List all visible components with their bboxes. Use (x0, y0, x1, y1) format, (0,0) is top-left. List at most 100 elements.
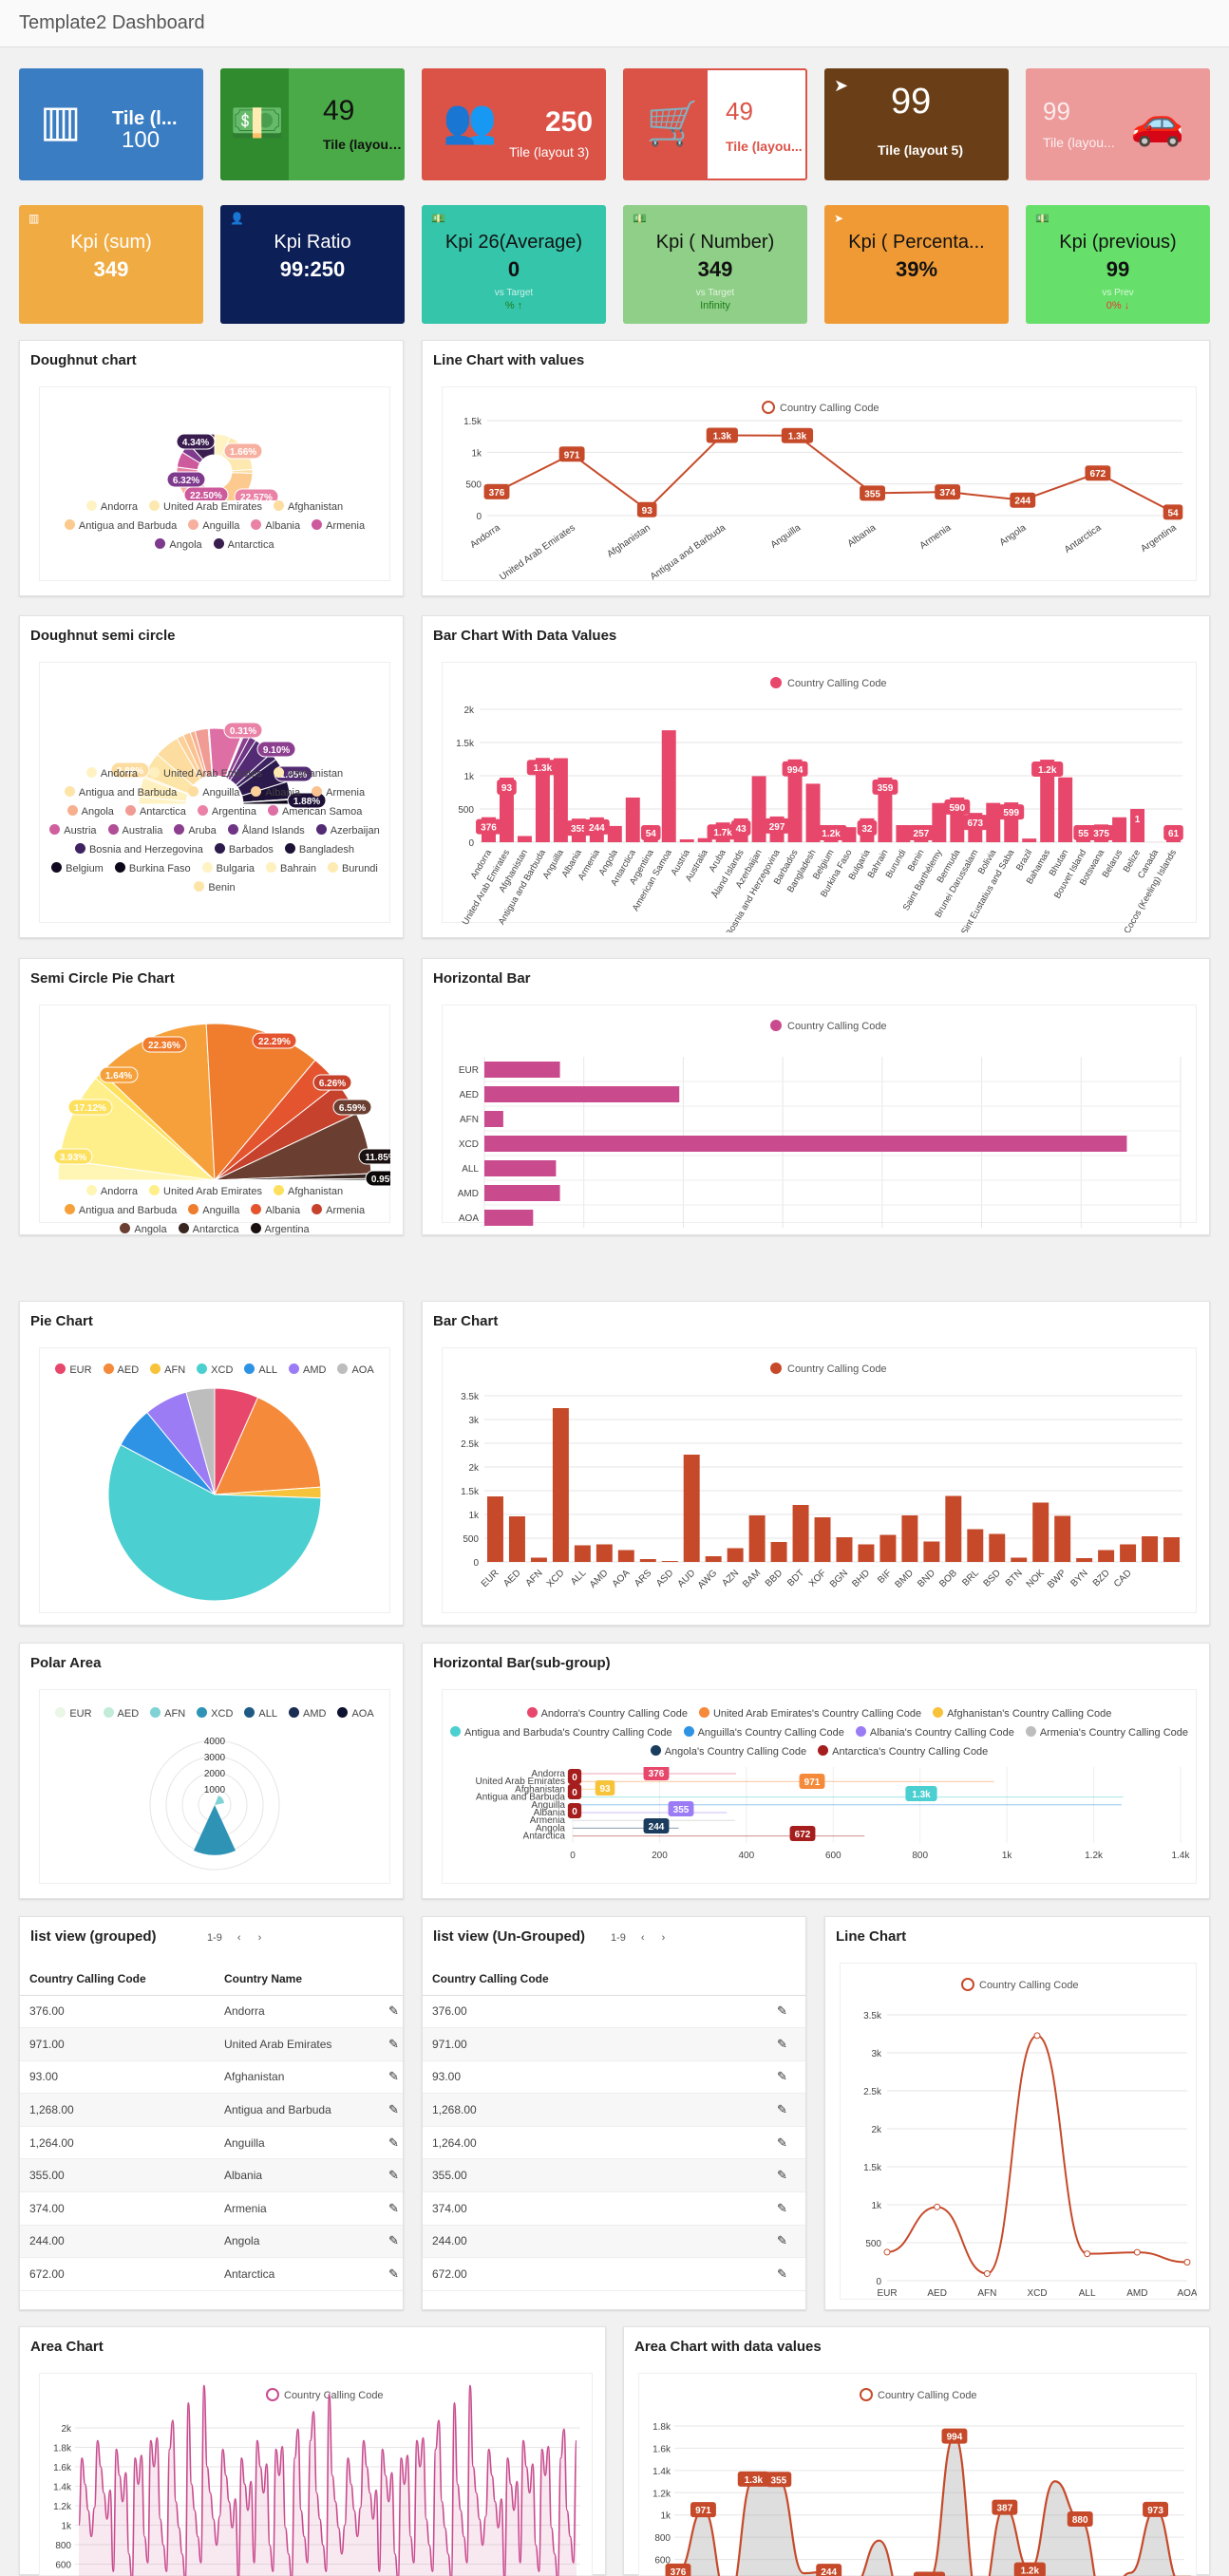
edit-icon[interactable]: ✎ (388, 2201, 399, 2215)
tile[interactable]: 🚗99Tile (layou... (1026, 68, 1210, 180)
bar[interactable] (1112, 818, 1126, 842)
legend-item[interactable]: Anguilla (188, 783, 239, 802)
legend-item[interactable]: United Arab Emirates (149, 498, 262, 517)
bar[interactable] (837, 1537, 853, 1562)
bar[interactable] (923, 1542, 939, 1563)
bar[interactable] (596, 1545, 613, 1563)
data-point[interactable] (1184, 2259, 1190, 2265)
legend-item[interactable]: Åland Islands (228, 821, 305, 840)
bar[interactable] (728, 1549, 744, 1563)
bar[interactable] (879, 1535, 896, 1563)
bar[interactable] (771, 1542, 787, 1562)
edit-icon[interactable]: ✎ (777, 2266, 787, 2281)
tile[interactable]: ▥100Tile (l... (19, 68, 203, 180)
edit-icon[interactable]: ✎ (388, 2102, 399, 2116)
data-point[interactable] (935, 2204, 940, 2209)
legend-item[interactable]: AMD (289, 1361, 326, 1380)
table-row[interactable]: 376.00Andorra✎ (20, 1995, 403, 2028)
bar[interactable] (680, 839, 694, 842)
table-row[interactable]: 971.00✎ (423, 2028, 805, 2061)
table-row[interactable]: 355.00✎ (423, 2159, 805, 2192)
table-row[interactable]: 672.00Antarctica✎ (20, 2258, 403, 2291)
table-row[interactable]: 93.00Afghanistan✎ (20, 2060, 403, 2094)
legend-item[interactable]: Antarctica (179, 1220, 239, 1239)
bar[interactable] (932, 803, 946, 842)
bar[interactable] (989, 1534, 1005, 1563)
bar[interactable] (531, 1558, 547, 1563)
legend-item[interactable]: Antigua and Barbuda's Country Calling Co… (450, 1723, 672, 1742)
legend-item[interactable]: ALL (244, 1704, 277, 1723)
bar[interactable] (967, 1530, 983, 1563)
legend-item[interactable]: Afghanistan (274, 498, 343, 517)
legend-item[interactable]: Antigua and Barbuda (65, 517, 177, 536)
bar[interactable] (901, 1515, 917, 1562)
column-header[interactable]: Country Calling Code (423, 1963, 767, 1995)
tile[interactable]: 👥250Tile (layout 3) (422, 68, 606, 180)
tile[interactable]: 🛒49Tile (layou... (623, 68, 807, 180)
bar[interactable] (793, 1505, 809, 1562)
edit-icon[interactable]: ✎ (777, 2168, 787, 2182)
legend-item[interactable]: Antarctica (214, 536, 274, 555)
edit-icon[interactable]: ✎ (388, 2168, 399, 2182)
bar[interactable] (484, 1111, 503, 1127)
bar[interactable] (896, 825, 910, 842)
legend-item[interactable]: Anguilla (188, 517, 239, 536)
table-row[interactable]: 374.00✎ (423, 2192, 805, 2226)
legend-item[interactable]: Angola (120, 1220, 166, 1239)
kpi-card[interactable]: 👤Kpi Ratio99:250 (220, 205, 405, 324)
bar[interactable] (626, 798, 640, 842)
kpi-card[interactable]: 💵Kpi ( Number)349vs TargetInfinity (623, 205, 807, 324)
bar[interactable] (618, 1551, 634, 1563)
legend-item[interactable]: Afghanistan (274, 1182, 343, 1201)
data-point[interactable] (884, 2249, 890, 2255)
prev-page-icon[interactable]: ‹ (237, 1932, 241, 1944)
edit-icon[interactable]: ✎ (777, 2135, 787, 2150)
legend-item[interactable]: Albania (251, 783, 300, 802)
legend-item[interactable]: Burkina Faso (115, 859, 191, 878)
column-header[interactable]: Country Name (215, 1963, 379, 1995)
polar-slice[interactable] (215, 1796, 224, 1805)
prev-page-icon[interactable]: ‹ (641, 1932, 645, 1944)
bar[interactable] (518, 836, 532, 842)
edit-icon[interactable]: ✎ (388, 2037, 399, 2051)
tile[interactable]: 💵49Tile (layout... (220, 68, 405, 180)
bar[interactable] (575, 1546, 591, 1563)
legend-item[interactable]: EUR (55, 1361, 91, 1380)
legend-item[interactable]: Antigua and Barbuda (65, 1201, 177, 1220)
legend-item[interactable]: Bangladesh (285, 840, 354, 859)
bar[interactable] (1076, 1558, 1092, 1562)
kpi-card[interactable]: ➤Kpi ( Percenta...39% (824, 205, 1009, 324)
bar[interactable] (553, 1408, 569, 1562)
legend-item[interactable]: Bosnia and Herzegovina (75, 840, 203, 859)
legend-item[interactable]: EUR (55, 1704, 91, 1723)
tile[interactable]: ➤99Tile (layout 5) (824, 68, 1009, 180)
bar[interactable] (1142, 1536, 1158, 1562)
kpi-card[interactable]: 💵Kpi (previous)99vs Prev0% ↓ (1026, 205, 1210, 324)
bar[interactable] (484, 1086, 679, 1102)
legend-item[interactable]: Australia (108, 821, 163, 840)
legend-item[interactable]: Armenia (312, 1201, 365, 1220)
bar[interactable] (815, 1517, 831, 1562)
bar[interactable] (509, 1516, 525, 1562)
legend-item[interactable]: Belgium (51, 859, 104, 878)
legend-item[interactable]: Andorra (86, 764, 138, 783)
next-page-icon[interactable]: › (258, 1932, 262, 1944)
legend-item[interactable]: AOA (337, 1704, 373, 1723)
bar[interactable] (1120, 1545, 1136, 1563)
table-row[interactable]: 1,264.00Anguilla✎ (20, 2126, 403, 2159)
bar[interactable] (640, 1559, 656, 1562)
legend-item[interactable]: Armenia (312, 517, 365, 536)
legend-item[interactable]: Bulgaria (202, 859, 255, 878)
data-point[interactable] (1034, 2033, 1040, 2039)
legend-item[interactable]: Argentina (198, 802, 256, 821)
legend-item[interactable]: Antarctica (125, 802, 186, 821)
bar[interactable] (484, 1160, 556, 1176)
data-point[interactable] (1085, 2251, 1090, 2257)
legend-item[interactable]: Andorra (86, 1182, 138, 1201)
kpi-card[interactable]: ▥Kpi (sum)349 (19, 205, 203, 324)
legend-item[interactable]: Albania (251, 517, 300, 536)
bar[interactable] (824, 840, 839, 842)
legend-item[interactable]: AFN (150, 1704, 185, 1723)
legend-item[interactable]: Aruba (174, 821, 216, 840)
table-row[interactable]: 1,264.00✎ (423, 2126, 805, 2159)
